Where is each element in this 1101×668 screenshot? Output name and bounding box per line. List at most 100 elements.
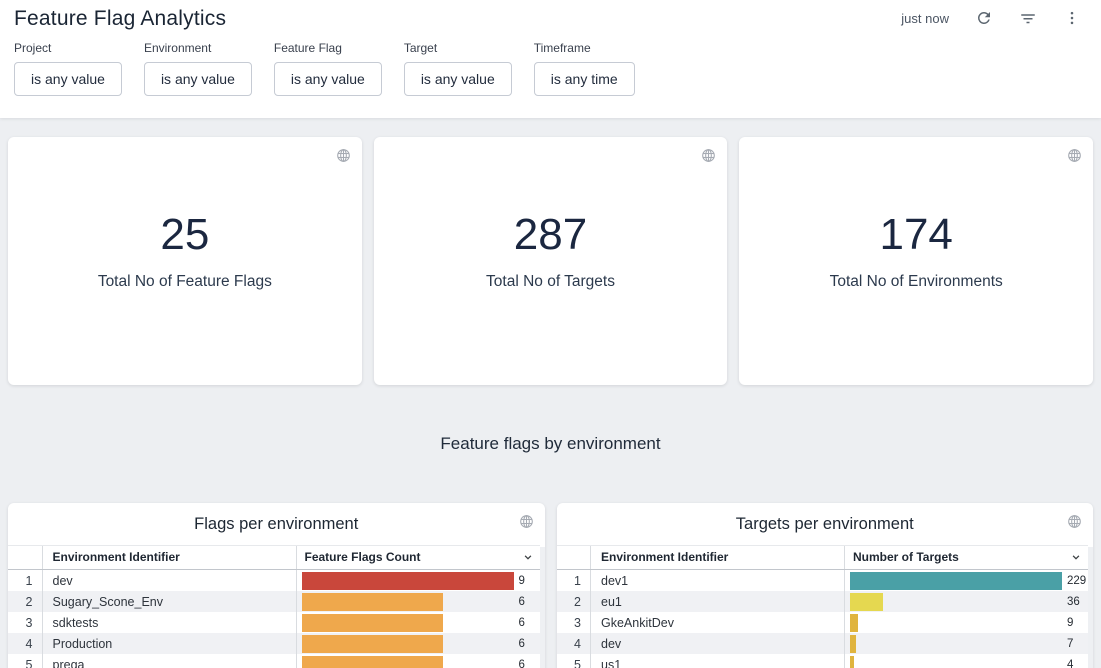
row-index: 5 (557, 654, 591, 668)
count-cell: 6 (296, 591, 540, 612)
tables-row: Flags per environment Environment Identi… (8, 503, 1093, 668)
table-row: 2 eu1 36 (557, 591, 1089, 612)
environment-identifier-cell[interactable]: prega (42, 654, 296, 668)
bar-value: 7 (1067, 638, 1073, 650)
table-row: 4 dev 7 (557, 633, 1089, 654)
bar-value: 6 (519, 659, 525, 668)
more-menu-button[interactable] (1063, 9, 1081, 27)
bar[interactable] (850, 656, 854, 668)
chevron-down-icon[interactable] (521, 550, 535, 564)
column-header-environment-identifier[interactable]: Environment Identifier (42, 546, 296, 570)
bar[interactable] (302, 656, 443, 668)
count-cell: 9 (845, 612, 1089, 633)
row-number-header (557, 546, 591, 570)
row-index: 2 (557, 591, 591, 612)
filter-label: Timeframe (534, 41, 635, 55)
bar-track (302, 654, 514, 668)
globe-icon (1066, 513, 1083, 530)
bar[interactable] (302, 614, 443, 632)
table-row: 2 Sugary_Scone_Env 6 (8, 591, 540, 612)
filters-button[interactable] (1019, 9, 1037, 27)
bar-track (302, 633, 514, 654)
column-header-environment-identifier[interactable]: Environment Identifier (591, 546, 845, 570)
filter-feature-flag: Feature Flag is any value (274, 41, 382, 96)
bar-track (302, 612, 514, 633)
bar[interactable] (850, 572, 1062, 590)
environment-identifier-cell[interactable]: GkeAnkitDev (591, 612, 845, 633)
bar[interactable] (302, 635, 443, 653)
row-index: 1 (8, 570, 42, 592)
filter-timeframe-value-button[interactable]: is any time (534, 62, 635, 96)
filter-feature-flag-value-button[interactable]: is any value (274, 62, 382, 96)
kpi-total-targets: 287 Total No of Targets (374, 137, 728, 385)
table-row: 3 GkeAnkitDev 9 (557, 612, 1089, 633)
refresh-button[interactable] (975, 9, 993, 27)
environment-identifier-cell[interactable]: eu1 (591, 591, 845, 612)
section-title: Feature flags by environment (8, 385, 1093, 503)
bar-value: 9 (1067, 617, 1073, 629)
filter-environment-value-button[interactable]: is any value (144, 62, 252, 96)
bar-value: 9 (519, 575, 525, 587)
count-cell: 6 (296, 633, 540, 654)
globe-icon (1066, 147, 1083, 164)
bar[interactable] (302, 593, 443, 611)
row-index: 4 (8, 633, 42, 654)
filter-bar: Project is any value Environment is any … (14, 41, 1087, 96)
row-index: 2 (8, 591, 42, 612)
filter-list-icon (1019, 9, 1037, 27)
kebab-menu-icon (1063, 9, 1081, 27)
environment-identifier-cell[interactable]: Sugary_Scone_Env (42, 591, 296, 612)
kpi-total-environments: 174 Total No of Environments (739, 137, 1093, 385)
bar-value: 6 (519, 638, 525, 650)
kpi-value: 287 (514, 213, 587, 257)
filter-project-value-button[interactable]: is any value (14, 62, 122, 96)
environment-identifier-cell[interactable]: Production (42, 633, 296, 654)
row-index: 4 (557, 633, 591, 654)
globe-icon (335, 147, 352, 164)
filter-target-value-button[interactable]: is any value (404, 62, 512, 96)
last-updated-text: just now (901, 11, 949, 26)
count-cell: 6 (296, 654, 540, 668)
filter-label: Feature Flag (274, 41, 382, 55)
bar[interactable] (302, 572, 514, 590)
column-header-label: Feature Flags Count (305, 550, 421, 564)
row-number-header (8, 546, 42, 570)
column-header-label: Number of Targets (853, 550, 959, 564)
tile-title: Targets per environment (736, 515, 914, 534)
filter-environment: Environment is any value (144, 41, 252, 96)
kpi-label: Total No of Feature Flags (98, 273, 272, 291)
table-scrollbar[interactable] (1088, 547, 1093, 668)
count-cell: 9 (296, 570, 540, 592)
bar-value: 6 (519, 596, 525, 608)
filter-label: Project (14, 41, 122, 55)
environment-identifier-cell[interactable]: us1 (591, 654, 845, 668)
globe-icon (518, 513, 535, 530)
kpi-label: Total No of Environments (830, 273, 1003, 291)
kpi-row: 25 Total No of Feature Flags 287 Total N… (8, 137, 1093, 385)
bar[interactable] (850, 593, 883, 611)
environment-identifier-cell[interactable]: dev (591, 633, 845, 654)
targets-per-environment-tile: Targets per environment Environment Iden… (557, 503, 1094, 668)
bar[interactable] (850, 635, 856, 653)
targets-per-environment-table: Environment Identifier Number of Targets… (557, 545, 1089, 668)
table-row: 5 us1 4 (557, 654, 1089, 668)
chevron-down-icon[interactable] (1069, 550, 1083, 564)
row-index: 3 (557, 612, 591, 633)
filter-target: Target is any value (404, 41, 512, 96)
kpi-total-feature-flags: 25 Total No of Feature Flags (8, 137, 362, 385)
column-header-number-of-targets[interactable]: Number of Targets (845, 546, 1089, 570)
table-scrollbar[interactable] (540, 547, 545, 668)
column-header-feature-flags-count[interactable]: Feature Flags Count (296, 546, 540, 570)
environment-identifier-cell[interactable]: dev1 (591, 570, 845, 592)
bar-value: 229 (1067, 575, 1086, 587)
count-cell: 4 (845, 654, 1089, 668)
environment-identifier-cell[interactable]: dev (42, 570, 296, 592)
environment-identifier-cell[interactable]: sdktests (42, 612, 296, 633)
bar-value: 4 (1067, 659, 1073, 668)
kpi-value: 174 (879, 213, 952, 257)
table-row: 5 prega 6 (8, 654, 540, 668)
bar[interactable] (850, 614, 858, 632)
filter-label: Environment (144, 41, 252, 55)
flags-per-environment-tile: Flags per environment Environment Identi… (8, 503, 545, 668)
filter-timeframe: Timeframe is any time (534, 41, 635, 96)
